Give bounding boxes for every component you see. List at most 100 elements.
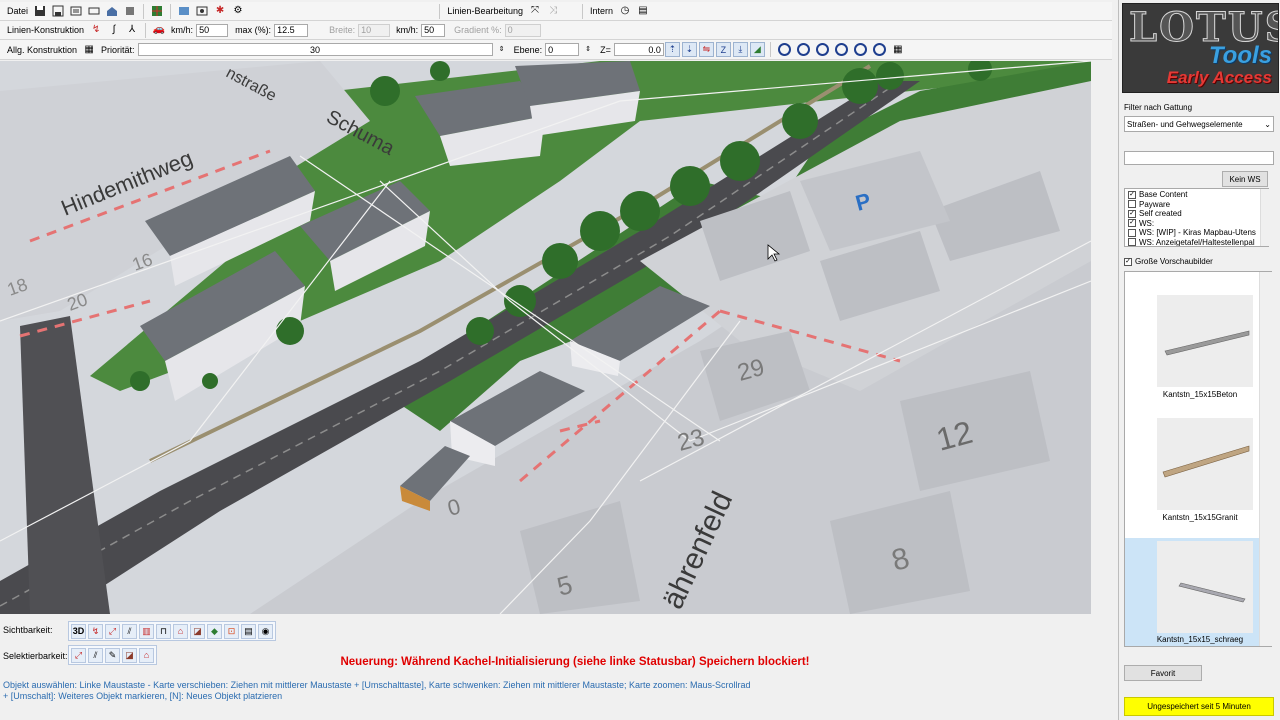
kein-ws-button[interactable]: Kein WS [1222,171,1268,187]
source-checkbox-item[interactable]: ✓ WS: [1128,219,1265,229]
source-checkbox-item[interactable]: WS: [WIP] - Kiras Mapbau-Utens [1128,228,1265,238]
rotate-5-icon[interactable] [853,43,867,56]
chevron-down-icon: ⌄ [1264,119,1271,129]
general-construction-toolbar: Allg. Konstruktion ▦ Priorität: 30 ⇕ Ebe… [0,40,1112,60]
visibility-fence-icon[interactable]: ▥ [139,623,154,639]
linien-bearbeitung-label: Linien-Bearbeitung [447,6,523,16]
grid-icon[interactable] [150,4,164,18]
line-join-icon[interactable]: ⤨ [546,4,560,18]
speed2-input[interactable]: 50 [421,23,446,37]
height-up-icon[interactable]: ⇡ [664,42,680,57]
image-icon[interactable] [177,4,191,18]
gradient-input[interactable]: 0 [504,23,541,37]
source-list-scrollbar[interactable] [1260,189,1269,246]
rotate-3-icon[interactable] [815,43,829,56]
line-split-icon[interactable]: ⤧ [528,4,542,18]
max-percent-input[interactable]: 12.5 [274,23,309,37]
visibility-tree-icon[interactable]: ◆ [207,623,222,639]
large-previews-checkbox[interactable]: ✓ Große Vorschaubilder [1124,257,1213,267]
source-checkbox[interactable]: ✓ [1128,190,1136,199]
visibility-terrain-icon[interactable]: ▤ [241,623,256,639]
list-icon[interactable] [69,4,83,18]
preview-thumbnail [1157,418,1253,510]
visibility-camera-icon[interactable]: ◉ [258,623,273,639]
source-checkbox-item[interactable]: ✓ Self created [1128,209,1265,219]
visibility-sign-icon[interactable]: ⊡ [224,623,239,639]
linien-konstruktion-label: Linien-Konstruktion [7,25,85,35]
bezier-tool-icon[interactable]: ∫ [107,23,121,37]
priority-spinner[interactable]: ⇕ [495,43,509,57]
menu-datei[interactable]: Datei [4,6,31,16]
document-icon[interactable]: ▤ [636,4,650,18]
source-checkbox[interactable]: ✓ [1128,219,1136,228]
source-checkbox-item[interactable]: ✓ Base Content [1128,190,1265,200]
object-library-panel: LOTUS Tools Early Access Filter nach Gat… [1118,0,1280,720]
save-icon[interactable] [33,4,47,18]
priority-input[interactable]: 30 [137,43,493,56]
source-checkbox-label: WS: [WIP] - Kiras Mapbau-Utens [1139,228,1256,238]
prioritaet-label: Priorität: [101,44,135,55]
rotate-2-icon[interactable] [796,43,810,56]
visibility-house-icon[interactable]: ⌂ [173,623,188,639]
source-checkbox-item[interactable]: WS: Anzeigetafel/Haltestellenpal [1128,238,1265,246]
filter-label: Filter nach Gattung [1124,103,1193,112]
save-status-bar: Ungespeichert seit 5 Minuten [1124,697,1274,716]
width-input[interactable]: 10 [358,23,391,37]
branch-tool-icon[interactable]: ⅄ [125,23,139,37]
source-checkbox[interactable] [1128,228,1136,237]
favorit-button[interactable]: Favorit [1124,665,1202,681]
height-flat-icon[interactable]: ⇋ [698,42,714,57]
rotate-1-icon[interactable] [777,43,791,56]
preview-list-scrollbar[interactable] [1259,272,1272,646]
source-checkbox[interactable] [1128,200,1136,209]
gradient-label: Gradient %: [454,25,502,35]
rotate-4-icon[interactable] [834,43,848,56]
layers-icon[interactable] [123,4,137,18]
height-slope-icon[interactable]: ◢ [749,42,765,57]
visibility-rail-icon[interactable]: ⫽ [122,623,137,639]
snap-grid-icon[interactable]: ▦ [891,43,905,57]
map-viewport[interactable]: Hindemithweg Schuma nstraße ährenfeld 18… [0,61,1091,614]
visibility-3d-toggle[interactable]: 3D [71,623,86,639]
rotate-6-icon[interactable] [872,43,886,56]
properties-icon[interactable]: ▦ [82,43,96,57]
preview-item[interactable]: Kantstn_15x15Beton [1125,292,1261,408]
building-icon[interactable] [105,4,119,18]
z-label: Z= [600,44,611,55]
z-input[interactable]: 0.0 [613,43,664,56]
height-z-icon[interactable]: Z [715,42,731,57]
logo-early-access-text: Early Access [1166,68,1272,87]
visibility-signal-icon[interactable]: ⊓ [156,623,171,639]
preview-item[interactable]: Kantstn_15x15Granit [1125,415,1261,531]
speed-input[interactable]: 50 [196,23,229,37]
large-previews-label: Große Vorschaubilder [1135,257,1213,267]
source-checkbox-label: Payware [1139,199,1171,209]
height-bottom-icon[interactable]: ⤓ [732,42,748,57]
visibility-curve-icon[interactable]: ↯ [88,623,103,639]
source-checkbox-item[interactable]: Payware [1128,200,1265,210]
clock-icon[interactable]: ◷ [618,4,632,18]
warning-message: Neuerung: Während Kachel-Initialisierung… [340,656,810,668]
preview-item-selected[interactable]: Kantstn_15x15_schraeg [1125,538,1261,646]
height-down-icon[interactable]: ⇣ [681,42,697,57]
bottom-panel: Sichtbarkeit: 3D ↯ ⤢ ⫽ ▥ ⊓ ⌂ ◪ ◆ ⊡ ▤ ◉ S… [0,614,1112,720]
visibility-object-icon[interactable]: ◪ [190,623,205,639]
save-as-icon[interactable] [51,4,65,18]
large-previews-check[interactable]: ✓ [1124,257,1132,266]
photo-icon[interactable] [195,4,209,18]
logo-tools-text: Tools [1208,42,1272,69]
layer-spinner[interactable]: ⇕ [581,43,595,57]
map-vertical-scrollbar[interactable] [1091,61,1112,614]
keyboard-icon[interactable] [87,4,101,18]
preview-list[interactable]: Kantstn_15x15Beton Kantstn_15x15Granit K… [1124,271,1272,647]
visibility-spline-icon[interactable]: ⤢ [105,623,120,639]
toolbar-settings-icon[interactable]: ⚙ [231,4,245,18]
search-input[interactable] [1124,151,1274,165]
curve-tool-icon[interactable]: ↯ [89,23,103,37]
filter-dropdown[interactable]: Straßen- und Gehwegselemente ⌄ [1124,116,1274,132]
source-checkbox[interactable] [1128,238,1136,246]
source-checkbox[interactable]: ✓ [1128,209,1136,218]
layer-input[interactable]: 0 [545,43,580,56]
preview-item-label: Kantstn_15x15Granit [1162,513,1238,522]
anchor-icon[interactable]: ✱ [213,4,227,18]
